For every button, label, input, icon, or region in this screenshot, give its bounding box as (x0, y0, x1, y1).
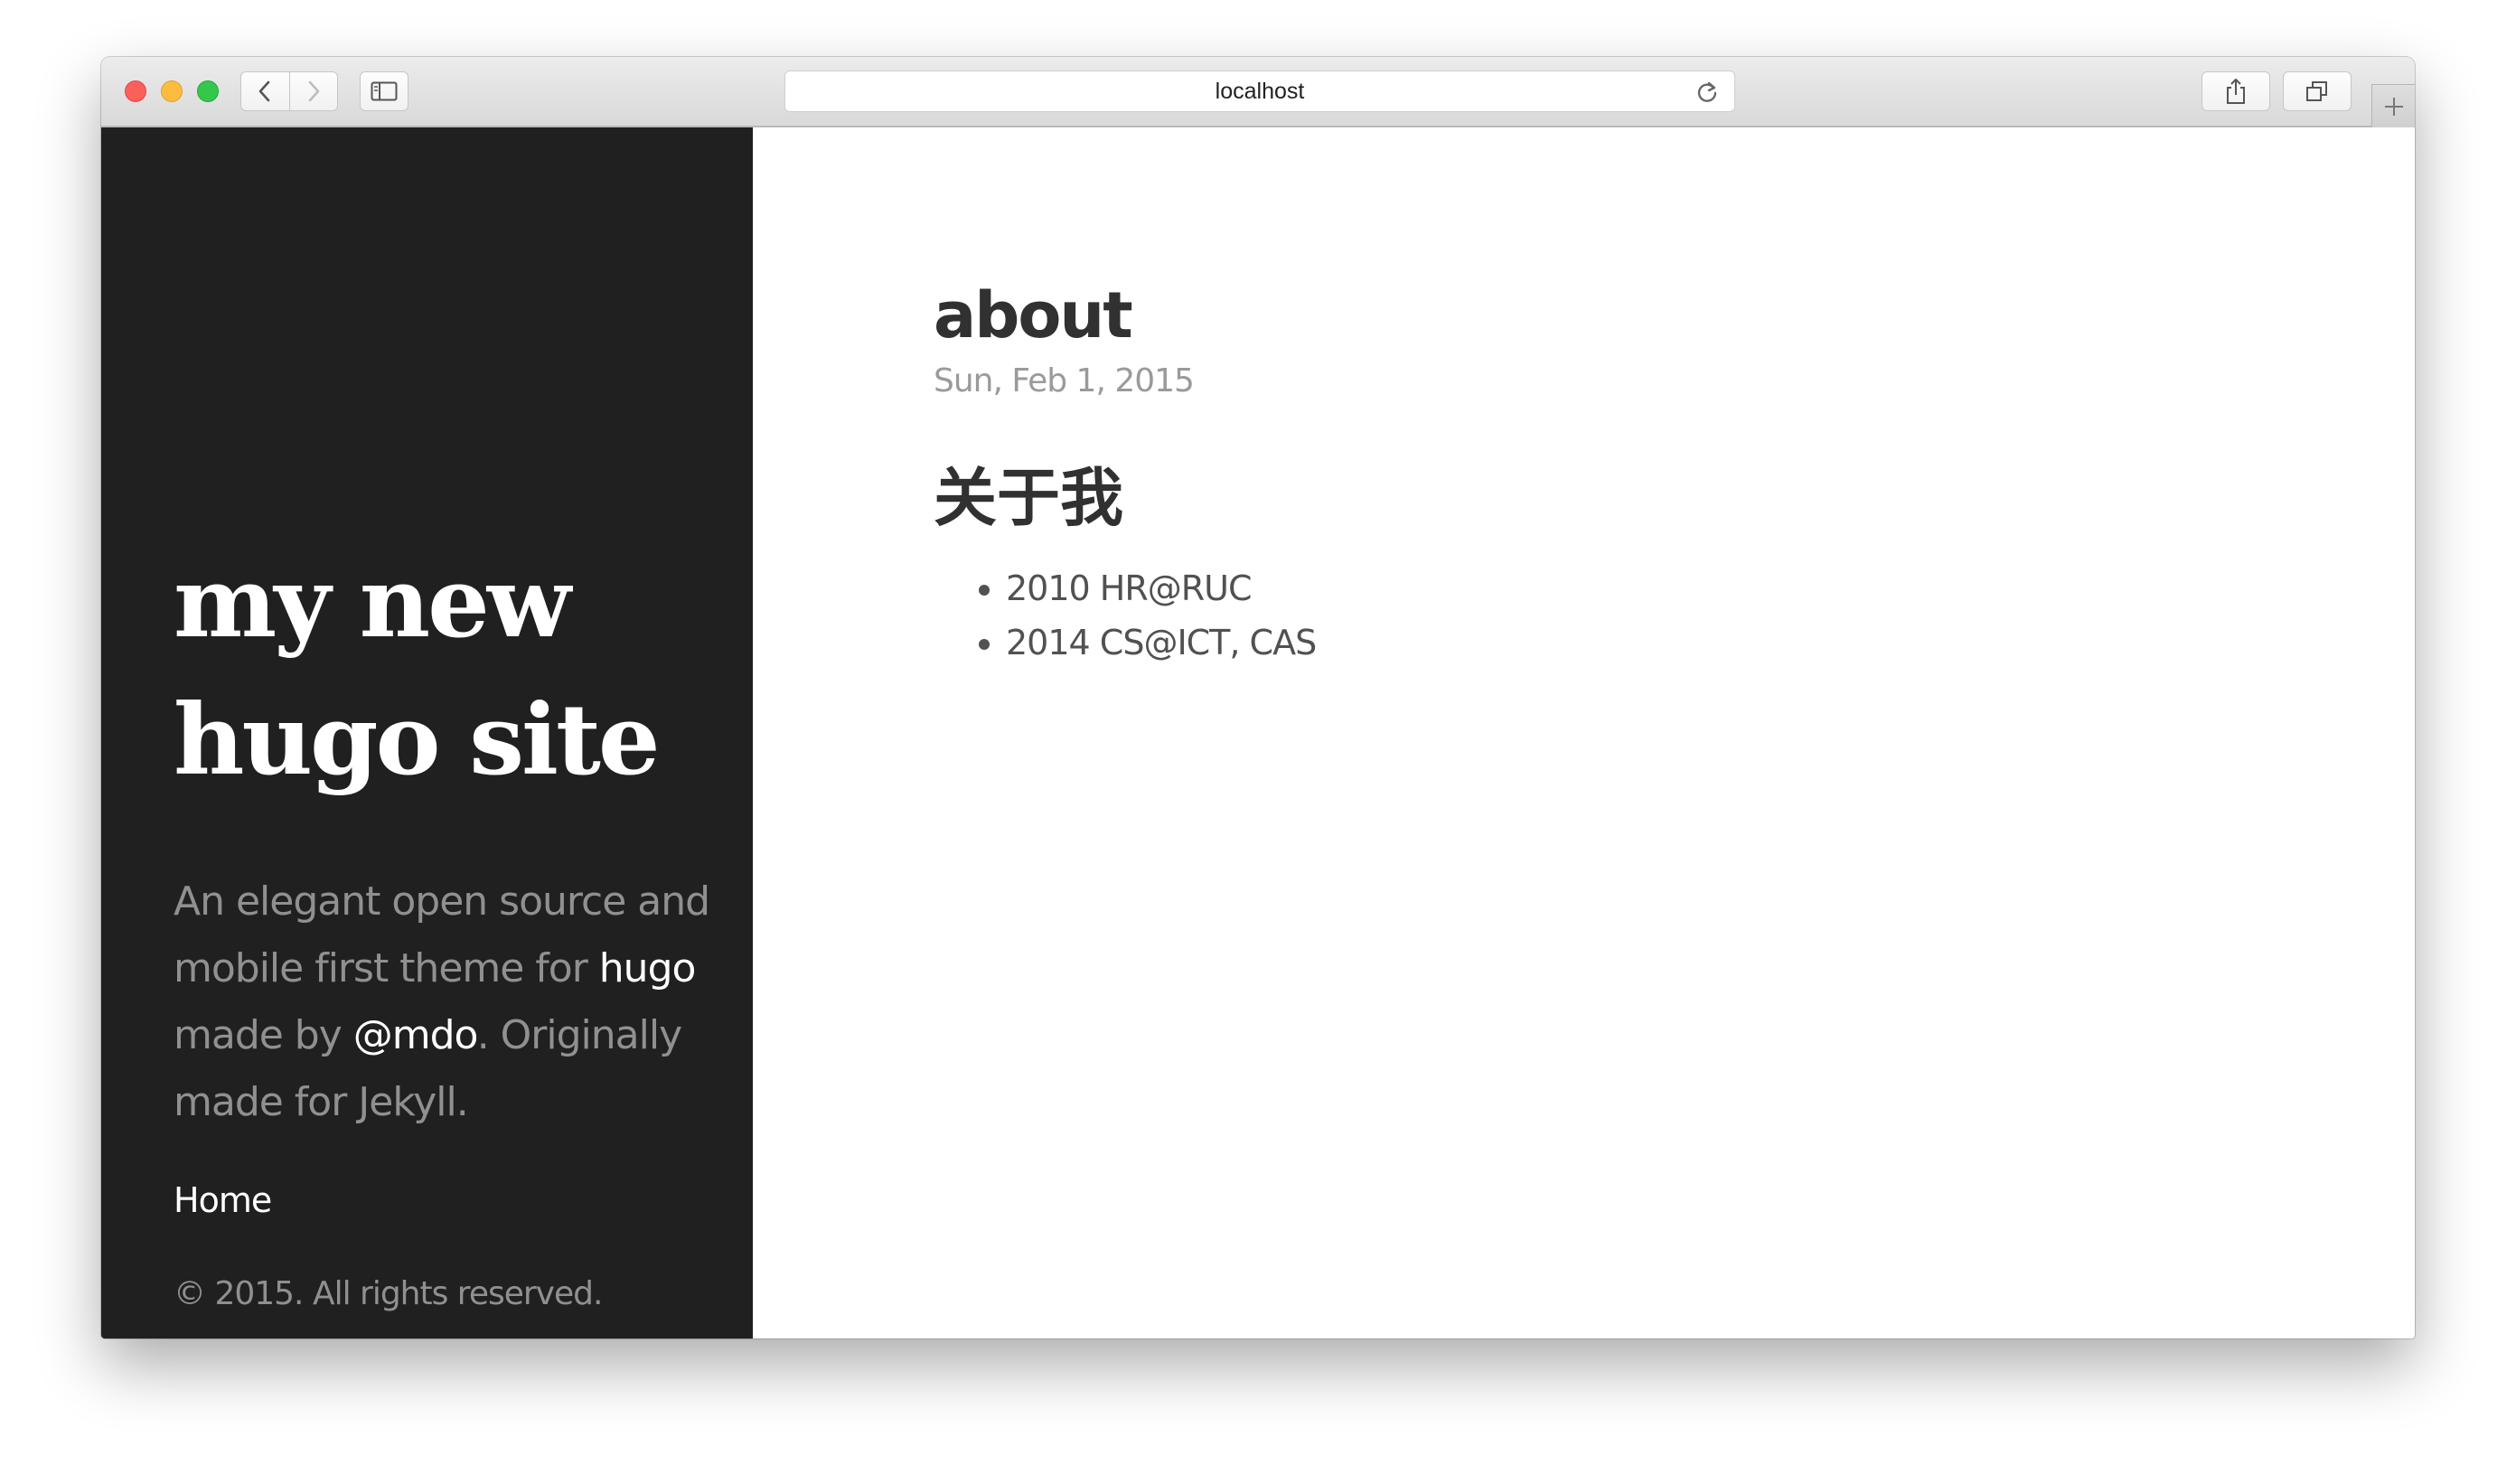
sidebar-toggle-button[interactable] (360, 71, 408, 111)
reload-icon[interactable] (1695, 80, 1720, 105)
list-item: 2010 HR@RUC (1006, 561, 1316, 615)
list-item: 2014 CS@ICT, CAS (1006, 615, 1317, 670)
share-icon (2227, 79, 2245, 104)
plus-icon (2384, 97, 2403, 116)
site-sidebar: my new hugo site An elegant open source … (101, 127, 753, 1338)
minimize-window-button[interactable] (161, 80, 183, 102)
chevron-left-icon (258, 80, 270, 102)
url-text: localhost (1215, 78, 1305, 104)
hugo-link[interactable]: hugo (599, 945, 697, 991)
nav-home-link[interactable]: Home (174, 1180, 272, 1220)
mdo-link[interactable]: @mdo (353, 1012, 478, 1058)
post-heading: 关于我 (934, 461, 1123, 535)
site-title[interactable]: my new hugo site (174, 534, 734, 809)
zoom-window-button[interactable] (197, 80, 219, 102)
show-tabs-button[interactable] (2283, 71, 2352, 111)
post-date: Sun, Feb 1, 2015 (934, 362, 1195, 399)
post-title: about (934, 278, 1133, 352)
close-window-button[interactable] (125, 80, 146, 102)
share-button[interactable] (2202, 71, 2270, 111)
lead-text-2: made by (174, 1012, 353, 1058)
new-tab-button[interactable] (2371, 84, 2415, 127)
forward-button[interactable] (288, 72, 338, 110)
main-content: about Sun, Feb 1, 2015 关于我 2010 HR@RUC 2… (753, 127, 2415, 1338)
back-button[interactable] (241, 72, 289, 110)
history-nav-group (240, 71, 338, 111)
screen: localhost my new hugo site An elegant op… (0, 0, 2516, 1484)
address-bar[interactable]: localhost (784, 70, 1735, 112)
chevron-right-icon (308, 80, 320, 102)
site-title-line-2: hugo site (174, 683, 661, 797)
post-list: 2010 HR@RUC 2014 CS@ICT, CAS (934, 561, 1317, 670)
browser-window: localhost my new hugo site An elegant op… (101, 57, 2415, 1338)
browser-toolbar: localhost (101, 57, 2415, 127)
site-title-line-1: my new (174, 546, 571, 660)
site-description: An elegant open source and mobile first … (174, 869, 716, 1136)
sidebar-icon (371, 81, 398, 101)
copyright-text: © 2015. All rights reserved. (174, 1275, 603, 1312)
tabs-icon (2306, 81, 2327, 101)
